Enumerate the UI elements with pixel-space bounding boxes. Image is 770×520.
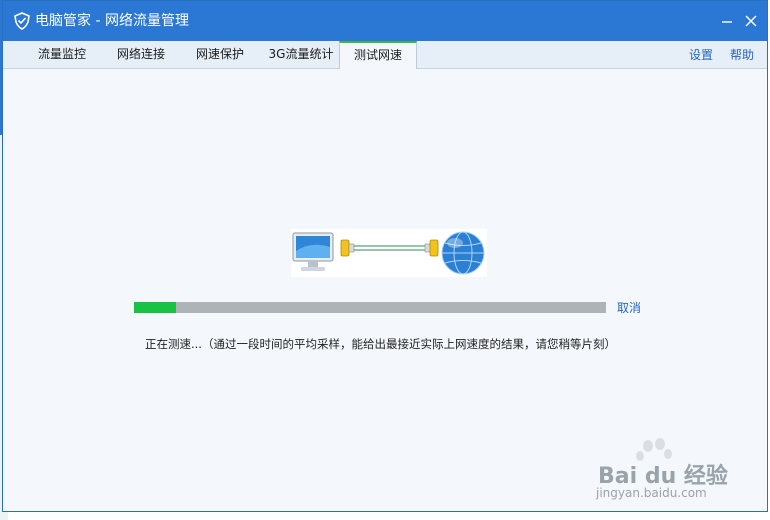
tab-network-connections[interactable]: 网络连接 — [104, 41, 178, 68]
settings-link[interactable]: 设置 — [689, 41, 713, 68]
cancel-link[interactable]: 取消 — [617, 301, 641, 316]
tab-speed-protection[interactable]: 网速保护 — [183, 41, 257, 68]
progress-fill — [134, 302, 177, 313]
minimize-icon[interactable] — [719, 13, 735, 29]
watermark-url: jingyan.baidu.com — [596, 486, 707, 500]
tab-3g-traffic-stats[interactable]: 3G流量统计 — [261, 41, 341, 68]
speed-test-status-text: 正在测速...（通过一段时间的平均采样，能给出最接近实际上网速度的结果，请您稍等… — [145, 337, 616, 351]
traffic-manager-window: 电脑管家 - 网络流量管理 流量监控 网络连接 网速保护 3G流量统计 测试网速… — [2, 0, 768, 512]
tab-speed-test[interactable]: 测试网速 — [339, 41, 417, 69]
title-bar[interactable]: 电脑管家 - 网络流量管理 — [3, 1, 767, 41]
tab-traffic-monitor[interactable]: 流量监控 — [25, 41, 99, 68]
speed-test-illustration — [291, 229, 487, 277]
tab-bar: 流量监控 网络连接 网速保护 3G流量统计 测试网速 设置 帮助 — [3, 41, 767, 69]
globe-icon — [441, 231, 485, 275]
help-link[interactable]: 帮助 — [730, 41, 754, 68]
window-title: 电脑管家 - 网络流量管理 — [35, 13, 189, 29]
shield-icon — [14, 12, 30, 30]
close-icon[interactable] — [743, 13, 759, 29]
speed-test-progress-bar — [134, 302, 606, 313]
